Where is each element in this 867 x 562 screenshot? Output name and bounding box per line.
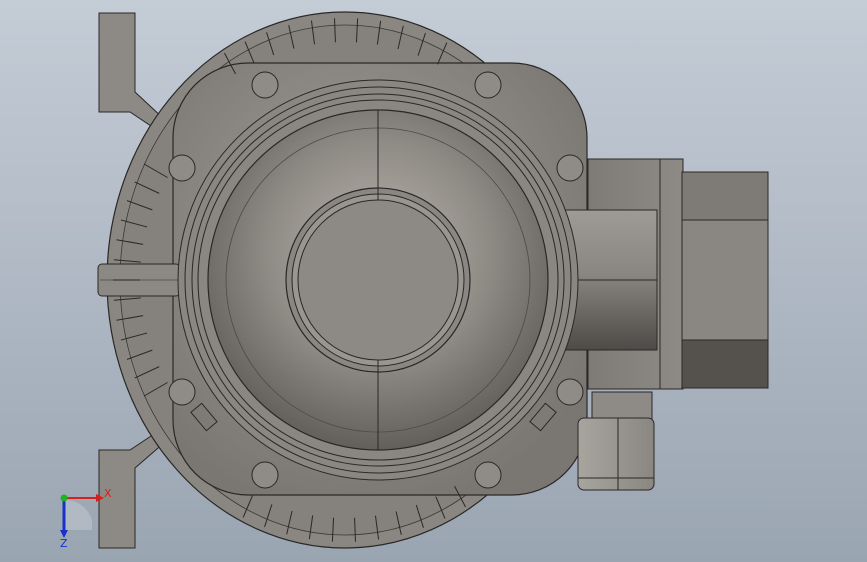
connector-cylinder <box>564 209 658 351</box>
bolt-hole <box>251 461 279 489</box>
bolt-hole <box>556 378 584 406</box>
x-axis-arrowhead <box>96 494 104 502</box>
graphics-viewport[interactable]: X Z <box>0 0 867 562</box>
bolt-hole <box>168 378 196 406</box>
bolt-hole <box>474 461 502 489</box>
bolt-hole <box>251 71 279 99</box>
y-axis-point <box>60 494 68 502</box>
z-axis-label: Z <box>60 537 68 550</box>
bolt-hole <box>556 154 584 182</box>
x-axis-label: X <box>104 487 112 500</box>
center-hub <box>285 187 471 373</box>
bolt-hole <box>474 71 502 99</box>
cable-gland <box>577 391 655 491</box>
cad-model-top-view[interactable] <box>0 0 867 562</box>
coordinate-triad-icon: X Z <box>60 487 112 550</box>
bolt-hole <box>168 154 196 182</box>
